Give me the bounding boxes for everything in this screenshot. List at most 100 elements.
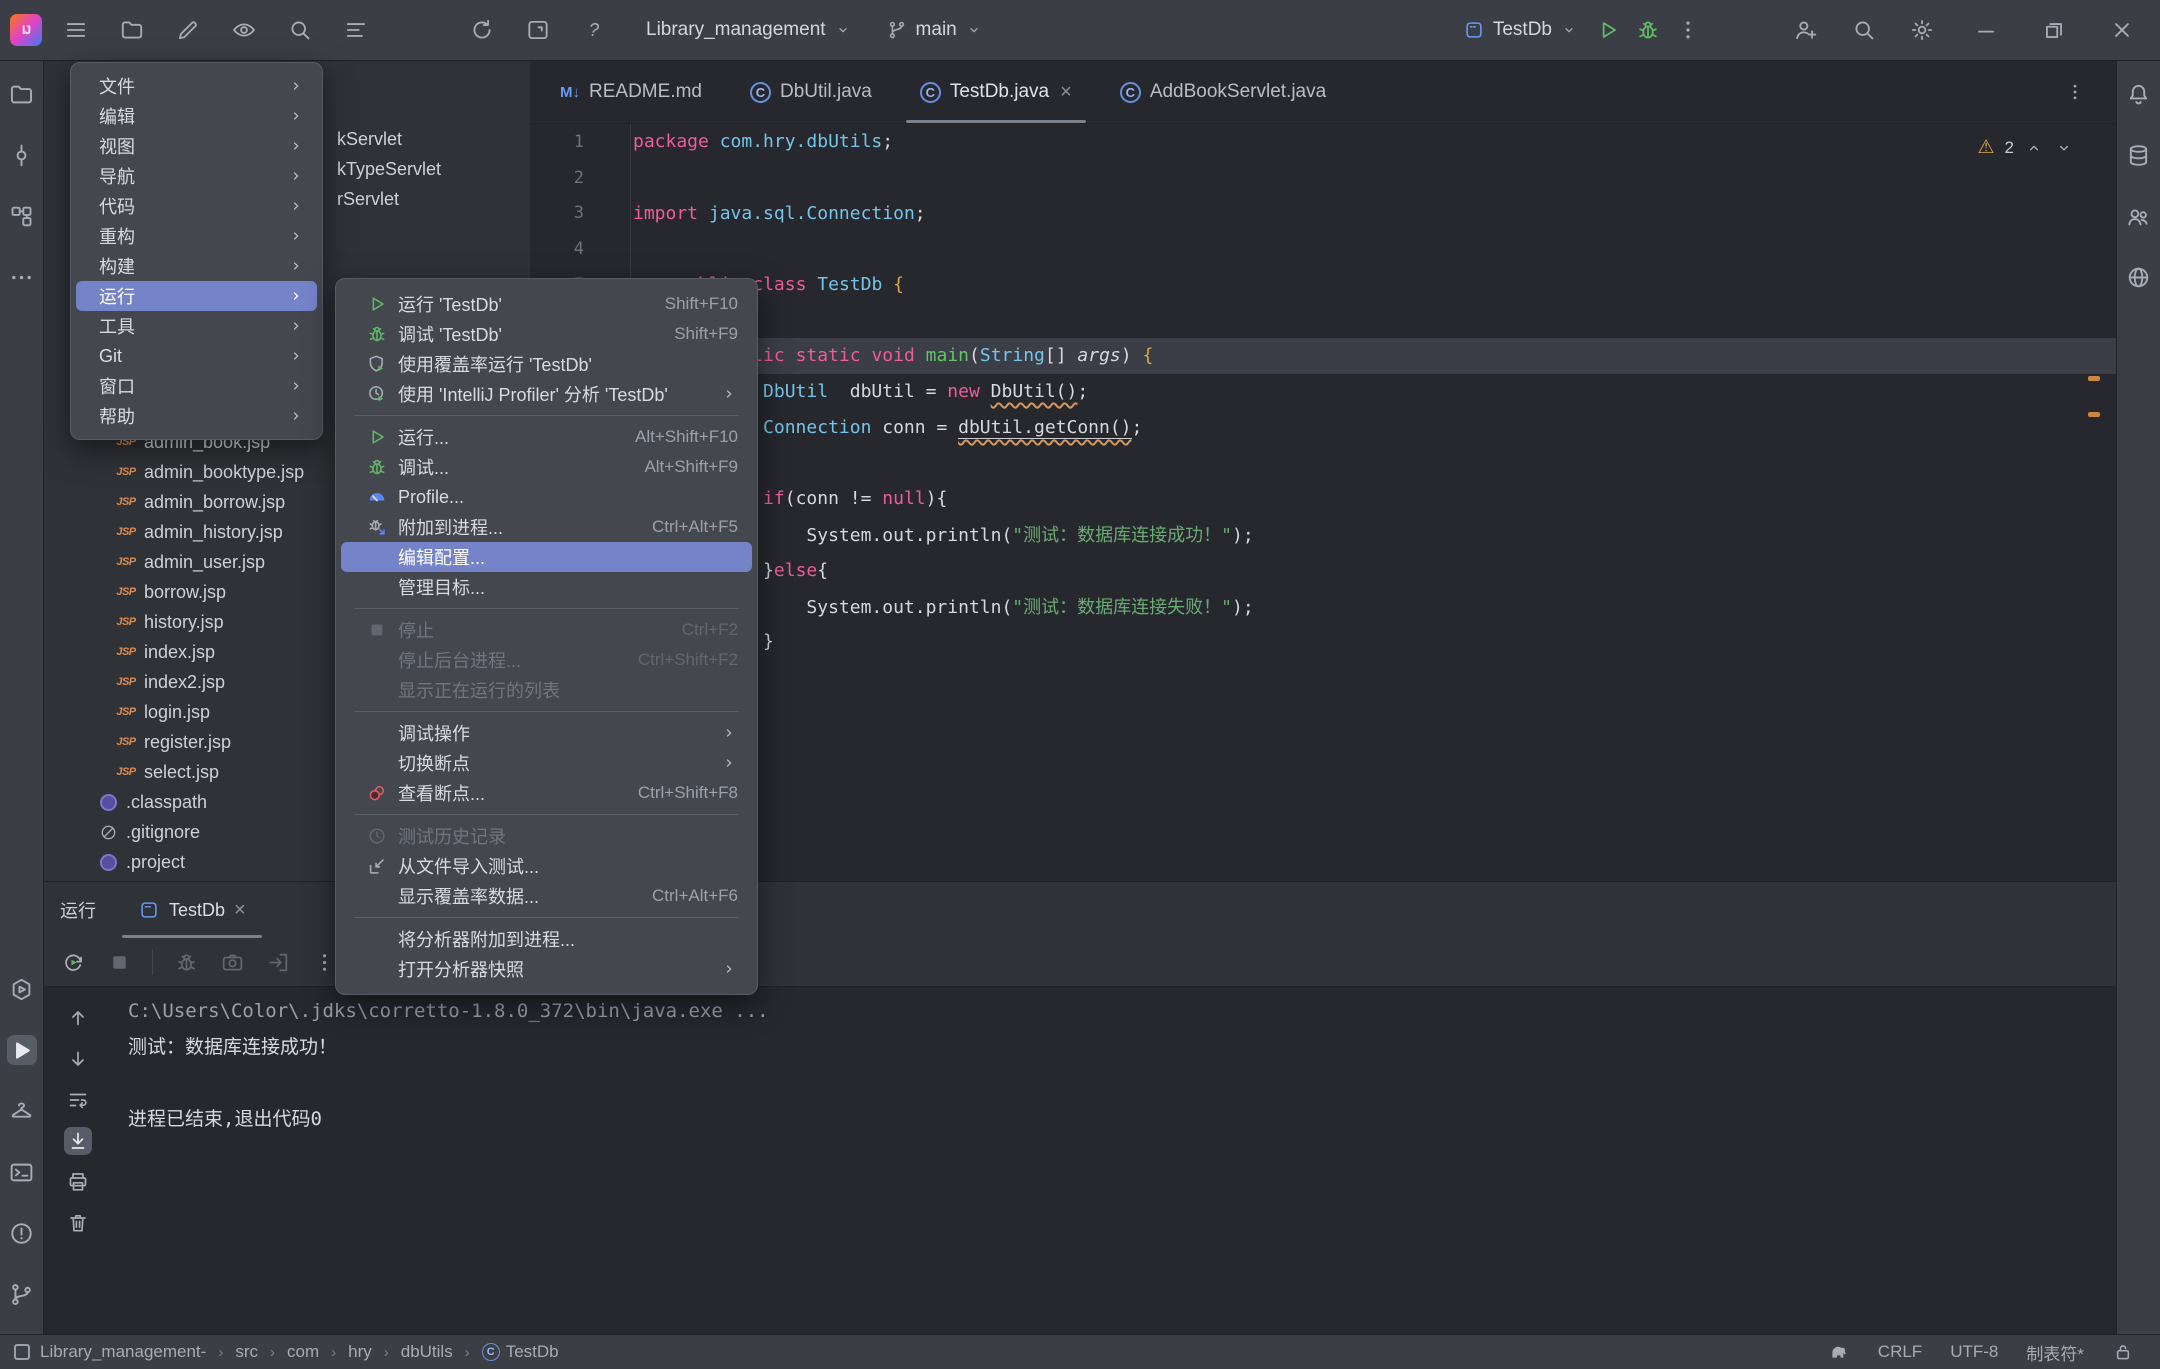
softwrap-button[interactable] bbox=[64, 1086, 92, 1114]
searchbig-button[interactable] bbox=[1844, 10, 1884, 50]
hanger-toolwindow-button[interactable] bbox=[7, 1096, 37, 1126]
indent-indicator[interactable]: 制表符* bbox=[2026, 1340, 2084, 1365]
project-selector[interactable]: Library_management bbox=[636, 10, 862, 50]
menu-item-打开分析器快照[interactable]: 打开分析器快照 bbox=[341, 954, 752, 984]
line-number[interactable]: 2 bbox=[530, 168, 584, 188]
hamburger-button[interactable] bbox=[56, 10, 96, 50]
menu-item-窗口[interactable]: 窗口 bbox=[76, 371, 317, 401]
menu-item-运行[interactable]: 运行...Alt+Shift+F10 bbox=[341, 422, 752, 452]
folder-button[interactable] bbox=[112, 10, 152, 50]
menu-item-文件[interactable]: 文件 bbox=[76, 71, 317, 101]
menu-item-查看断点[interactable]: 查看断点...Ctrl+Shift+F8 bbox=[341, 778, 752, 808]
menu-item-工具[interactable]: 工具 bbox=[76, 311, 317, 341]
menu-item-重构[interactable]: 重构 bbox=[76, 221, 317, 251]
playfill-toolwindow-button[interactable] bbox=[7, 1035, 37, 1065]
menu-item-停止[interactable]: 停止Ctrl+F2 bbox=[341, 615, 752, 645]
more-actions-button[interactable] bbox=[1668, 10, 1708, 50]
menu-item-Profile[interactable]: Profile... bbox=[341, 482, 752, 512]
line-number[interactable]: 3 bbox=[530, 203, 584, 223]
tabsq-button[interactable] bbox=[518, 10, 558, 50]
menu-item-编辑[interactable]: 编辑 bbox=[76, 101, 317, 131]
line-separator-indicator[interactable]: CRLF bbox=[1878, 1342, 1922, 1362]
menu-item-测试历史记录[interactable]: 测试历史记录 bbox=[341, 821, 752, 851]
dots-toolwindow-button[interactable] bbox=[7, 262, 37, 292]
camera-button[interactable] bbox=[215, 945, 249, 979]
pencil-button[interactable] bbox=[168, 10, 208, 50]
menu-item-运行-TestDb[interactable]: 运行 'TestDb'Shift+F10 bbox=[341, 289, 752, 319]
breadcrumb-item[interactable]: com bbox=[287, 1342, 319, 1362]
editor-tab-readme-md[interactable]: M↓README.md bbox=[536, 61, 726, 123]
inspections-widget[interactable]: ⚠ 2 bbox=[1977, 136, 2074, 159]
run-tab-testdb[interactable]: TestDb × bbox=[122, 882, 262, 938]
editor-tab-testdb-java[interactable]: CTestDb.java× bbox=[896, 61, 1096, 123]
problem-toolwindow-button[interactable] bbox=[7, 1218, 37, 1248]
structure-toolwindow-button[interactable] bbox=[7, 201, 37, 231]
menu-item-调试操作[interactable]: 调试操作 bbox=[341, 718, 752, 748]
line-number[interactable]: 4 bbox=[530, 239, 584, 259]
hexplay-toolwindow-button[interactable] bbox=[7, 974, 37, 1004]
users-toolwindow-button[interactable] bbox=[2124, 201, 2154, 231]
menu-item-帮助[interactable]: 帮助 bbox=[76, 401, 317, 431]
menu-item-代码[interactable]: 代码 bbox=[76, 191, 317, 221]
tree-item-clipped[interactable]: rServlet bbox=[337, 184, 399, 214]
run-config-selector[interactable]: TestDb bbox=[1453, 10, 1588, 50]
menu-item-使用覆盖率运行-TestDb[interactable]: 使用覆盖率运行 'TestDb' bbox=[341, 349, 752, 379]
maxi-button[interactable] bbox=[2034, 10, 2074, 50]
code-editor[interactable]: 1package com.hry.dbUtils;23import java.s… bbox=[530, 124, 2116, 881]
up-button[interactable] bbox=[64, 1004, 92, 1032]
tree-item-clipped[interactable]: kTypeServlet bbox=[337, 154, 441, 184]
prev-warning-icon[interactable] bbox=[2024, 138, 2044, 158]
globe-toolwindow-button[interactable] bbox=[2124, 262, 2154, 292]
help-button[interactable]: ? bbox=[574, 10, 614, 50]
breadcrumb-item[interactable]: TestDb bbox=[506, 1342, 559, 1362]
next-warning-icon[interactable] bbox=[2054, 138, 2074, 158]
printer-button[interactable] bbox=[64, 1168, 92, 1196]
tab-options-button[interactable] bbox=[2060, 77, 2090, 107]
terminal-toolwindow-button[interactable] bbox=[7, 1157, 37, 1187]
breadcrumb-item[interactable]: hry bbox=[348, 1342, 372, 1362]
lock-icon[interactable] bbox=[2112, 1341, 2134, 1363]
gitbr-toolwindow-button[interactable] bbox=[7, 1279, 37, 1309]
scrollend-button[interactable] bbox=[64, 1127, 92, 1155]
editor-tab-dbutil-java[interactable]: CDbUtil.java bbox=[726, 61, 896, 123]
run-button[interactable] bbox=[1588, 10, 1628, 50]
folder-toolwindow-button[interactable] bbox=[7, 79, 37, 109]
breadcrumb-item[interactable]: Library_management- bbox=[40, 1342, 206, 1362]
tree-item-clipped[interactable]: kServlet bbox=[337, 124, 402, 154]
menu-item-将分析器附加到进程[interactable]: 将分析器附加到进程... bbox=[341, 924, 752, 954]
menu-item-构建[interactable]: 构建 bbox=[76, 251, 317, 281]
menu-item-停止后台进程[interactable]: 停止后台进程...Ctrl+Shift+F2 bbox=[341, 645, 752, 675]
menu-item-视图[interactable]: 视图 bbox=[76, 131, 317, 161]
breadcrumb[interactable]: Library_management-›src›com›hry›dbUtils›… bbox=[40, 1342, 559, 1362]
rerun-button[interactable] bbox=[56, 945, 90, 979]
branch-selector[interactable]: main bbox=[876, 10, 993, 50]
search-button[interactable] bbox=[280, 10, 320, 50]
close-icon[interactable]: × bbox=[1060, 82, 1072, 102]
menu-item-导航[interactable]: 导航 bbox=[76, 161, 317, 191]
stopfill-button[interactable] bbox=[102, 945, 136, 979]
menu-item-调试-TestDb[interactable]: 调试 'TestDb'Shift+F9 bbox=[341, 319, 752, 349]
db-toolwindow-button[interactable] bbox=[2124, 140, 2154, 170]
close-icon[interactable]: × bbox=[234, 899, 246, 922]
export-button[interactable] bbox=[261, 945, 295, 979]
editor-tab-addbookservlet-java[interactable]: CAddBookServlet.java bbox=[1096, 61, 1350, 123]
menu-item-切换断点[interactable]: 切换断点 bbox=[341, 748, 752, 778]
encoding-indicator[interactable]: UTF-8 bbox=[1950, 1342, 1998, 1362]
down-button[interactable] bbox=[64, 1045, 92, 1073]
bell-toolwindow-button[interactable] bbox=[2124, 79, 2154, 109]
commit-toolwindow-button[interactable] bbox=[7, 140, 37, 170]
menu-item-Git[interactable]: Git bbox=[76, 341, 317, 371]
menu-item-运行[interactable]: 运行 bbox=[76, 281, 317, 311]
lines-button[interactable] bbox=[336, 10, 376, 50]
sync-button[interactable] bbox=[462, 10, 502, 50]
breadcrumb-item[interactable]: src bbox=[235, 1342, 258, 1362]
menu-item-显示正在运行的列表[interactable]: 显示正在运行的列表 bbox=[341, 675, 752, 705]
menu-item-附加到进程[interactable]: 附加到进程...Ctrl+Alt+F5 bbox=[341, 512, 752, 542]
gradle-elephant-icon[interactable] bbox=[1828, 1341, 1850, 1363]
debug-button[interactable] bbox=[1628, 10, 1668, 50]
menu-item-从文件导入测试[interactable]: 从文件导入测试... bbox=[341, 851, 752, 881]
bug-button[interactable] bbox=[169, 945, 203, 979]
menu-item-显示覆盖率数据[interactable]: 显示覆盖率数据...Ctrl+Alt+F6 bbox=[341, 881, 752, 911]
menu-item-使用-IntelliJ-Profiler-分析-TestDb[interactable]: 使用 'IntelliJ Profiler' 分析 'TestDb' bbox=[341, 379, 752, 409]
line-number[interactable]: 1 bbox=[530, 132, 584, 152]
